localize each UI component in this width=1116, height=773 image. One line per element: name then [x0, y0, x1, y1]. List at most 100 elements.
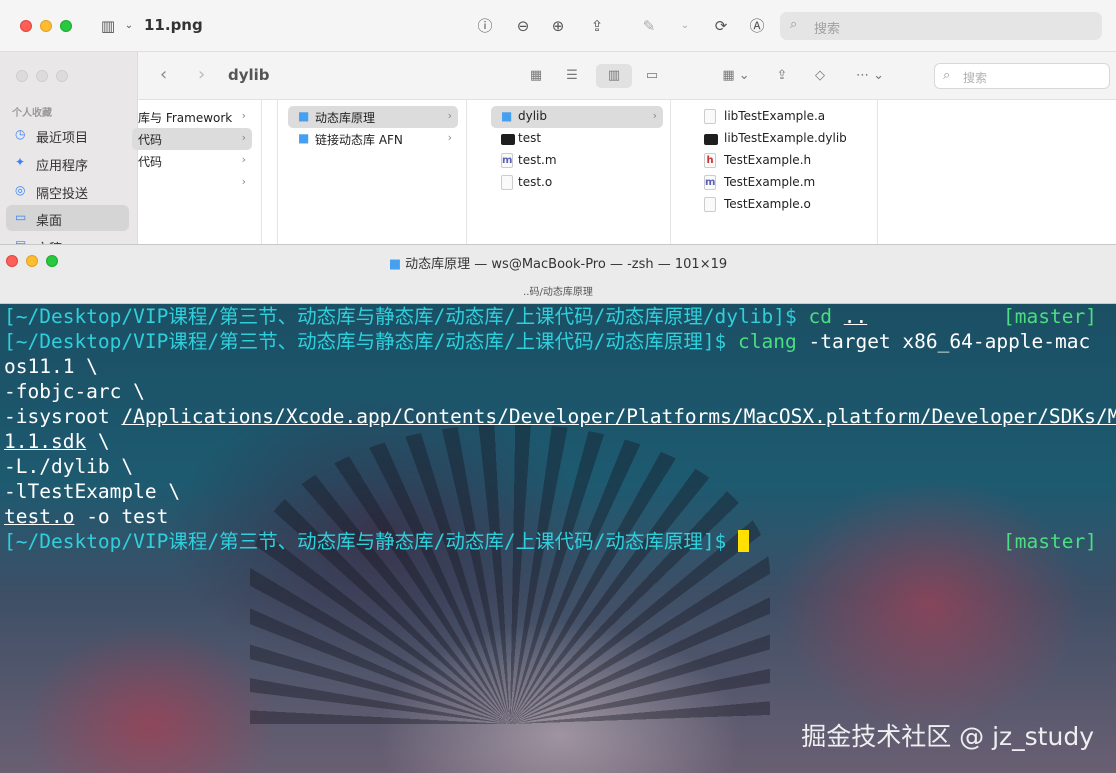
file-name: test.o: [518, 175, 553, 189]
list-item[interactable]: test.o: [491, 172, 663, 194]
chevron-down-icon[interactable]: ⌄: [118, 15, 140, 37]
git-branch: [master]: [1003, 305, 1097, 328]
path[interactable]: test.o: [4, 505, 74, 528]
folder-icon: ■: [298, 131, 310, 145]
text-cursor: [738, 530, 750, 552]
close-button[interactable]: [16, 70, 28, 82]
list-item[interactable]: ■ 链接动态库 AFN ›: [288, 128, 458, 150]
command: cd: [808, 305, 832, 328]
executable-icon: [501, 134, 515, 145]
file-name: libTestExample.dylib: [724, 131, 847, 145]
finder-column-3: ■ dylib › test m test.m test.o: [481, 100, 671, 248]
file-name: test: [518, 131, 542, 145]
terminal-line: -isysroot /Applications/Xcode.app/Conten…: [4, 404, 1116, 429]
list-item[interactable]: m TestExample.m: [694, 172, 870, 194]
minimize-button[interactable]: [40, 20, 52, 32]
sidebar-item-airdrop[interactable]: ◎ 隔空投送: [6, 178, 129, 204]
zoom-out-icon[interactable]: ⊖: [512, 15, 534, 37]
list-item[interactable]: 库与 Framework ›: [132, 106, 252, 128]
list-item[interactable]: 代码 ›: [132, 128, 252, 150]
zoom-in-icon[interactable]: ⊕: [547, 15, 569, 37]
watermark: 掘金技术社区 @ jz_study: [801, 722, 1094, 751]
object-file-icon: [501, 175, 513, 190]
finder-sidebar: 个人收藏 ◷ 最近项目 ✦ 应用程序 ◎ 隔空投送 ▭ 桌面 ▤ 文稿: [0, 52, 138, 257]
info-icon[interactable]: ⓘ: [474, 15, 496, 37]
git-branch: [master]: [1003, 530, 1097, 553]
markup-icon[interactable]: ✎: [638, 15, 660, 37]
sidebar-item-recents[interactable]: ◷ 最近项目: [6, 122, 129, 148]
zoom-button[interactable]: [56, 70, 68, 82]
group-icon[interactable]: ▦ ⌄: [712, 64, 760, 88]
search-icon: ⌕: [790, 17, 798, 32]
list-view-icon[interactable]: ☰: [554, 64, 590, 88]
file-name: dylib: [518, 109, 548, 123]
file-name: 代码: [138, 155, 163, 169]
prompt: [~/Desktop/VIP课程/第三节、动态库与静态库/动态库/上课代码/动态…: [4, 530, 739, 553]
argument: \: [86, 430, 110, 453]
sidebar-section-favorites: 个人收藏: [12, 108, 52, 119]
argument: ..: [843, 305, 868, 328]
zoom-button[interactable]: [60, 20, 72, 32]
tag-icon[interactable]: ◇: [802, 64, 838, 88]
list-item[interactable]: ■ dylib ›: [491, 106, 663, 128]
forward-icon[interactable]: ›: [198, 64, 205, 85]
terminal-content[interactable]: [~/Desktop/VIP课程/第三节、动态库与静态库/动态库/上课代码/动态…: [0, 304, 1116, 773]
file-name: TestExample.o: [724, 197, 811, 211]
list-item[interactable]: ›: [132, 172, 252, 194]
sidebar-item-label: 桌面: [36, 214, 63, 229]
file-name: 链接动态库 AFN: [315, 133, 403, 147]
sidebar-item-label: 最近项目: [36, 131, 89, 146]
chevron-right-icon: ›: [447, 109, 452, 122]
document-title: 11.png: [144, 16, 203, 34]
share-icon[interactable]: ⇪: [764, 64, 800, 88]
list-item[interactable]: test: [491, 128, 663, 150]
rotate-icon[interactable]: ⟳: [710, 15, 732, 37]
search-icon: ⌕: [943, 68, 951, 83]
finder-column-2: ■ 动态库原理 › ■ 链接动态库 AFN ›: [277, 100, 467, 248]
terminal-line: [~/Desktop/VIP课程/第三节、动态库与静态库/动态库/上课代码/动态…: [4, 529, 750, 554]
back-icon[interactable]: ‹: [160, 64, 167, 85]
airdrop-icon: ◎: [15, 183, 26, 197]
list-item[interactable]: libTestExample.a: [694, 106, 870, 128]
archive-file-icon: [704, 109, 716, 124]
sidebar-item-applications[interactable]: ✦ 应用程序: [6, 150, 129, 176]
list-item[interactable]: 代码 ›: [132, 150, 252, 172]
path[interactable]: /Applications/Xcode.app/Contents/Develop…: [121, 405, 1116, 428]
list-item[interactable]: TestExample.o: [694, 194, 870, 216]
sidebar-item-desktop[interactable]: ▭ 桌面: [6, 205, 129, 231]
icon-view-icon[interactable]: ▦: [518, 64, 554, 88]
list-item[interactable]: libTestExample.dylib: [694, 128, 870, 150]
file-name: TestExample.m: [724, 175, 816, 189]
terminal-tab[interactable]: ..码/动态库原理: [0, 283, 1116, 298]
chevron-down-icon[interactable]: ⌄: [674, 15, 696, 37]
terminal-line: 1.1.sdk \: [4, 429, 110, 454]
finder-column-4: libTestExample.a libTestExample.dylib h …: [686, 100, 878, 248]
annotate-icon[interactable]: Ⓐ: [746, 15, 768, 37]
search-placeholder: 搜索: [814, 22, 841, 37]
more-actions-icon[interactable]: ⋯ ⌄: [846, 64, 894, 88]
sidebar-toggle-icon[interactable]: ▥: [97, 15, 119, 37]
share-icon[interactable]: ⇪: [586, 15, 608, 37]
terminal-line: [~/Desktop/VIP课程/第三节、动态库与静态库/动态库/上课代码/动态…: [4, 329, 1090, 354]
file-name: test.m: [518, 153, 557, 167]
column-view-icon[interactable]: ▥: [596, 64, 632, 88]
sidebar-item-label: 应用程序: [36, 159, 89, 174]
list-item[interactable]: m test.m: [491, 150, 663, 172]
list-item[interactable]: ■ 动态库原理 ›: [288, 106, 458, 128]
chevron-right-icon: ›: [241, 175, 246, 188]
list-item[interactable]: h TestExample.h: [694, 150, 870, 172]
finder-toolbar: ‹ › dylib ▦ ☰ ▥ ▭ ▦ ⌄ ⇪ ◇ ⋯ ⌄ ⌕ 搜索: [138, 52, 1116, 100]
terminal-line: os11.1 \: [4, 355, 98, 378]
close-button[interactable]: [20, 20, 32, 32]
terminal-line: test.o -o test: [4, 504, 168, 529]
current-folder-title: dylib: [228, 66, 270, 84]
preview-search-field[interactable]: ⌕ 搜索: [780, 12, 1102, 40]
search-placeholder: 搜索: [963, 71, 988, 85]
path[interactable]: 1.1.sdk: [4, 430, 86, 453]
folder-icon: ■: [501, 109, 513, 123]
clock-icon: ◷: [15, 127, 26, 141]
minimize-button[interactable]: [36, 70, 48, 82]
finder-search-field[interactable]: ⌕ 搜索: [934, 63, 1110, 89]
objc-file-icon: m: [501, 153, 513, 168]
gallery-view-icon[interactable]: ▭: [634, 64, 670, 88]
